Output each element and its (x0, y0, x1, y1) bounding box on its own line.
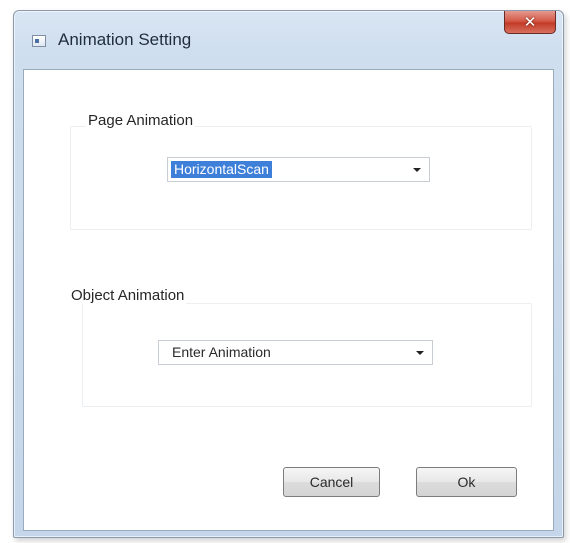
animation-setting-dialog: Animation Setting ✕ Page Animation Horiz… (13, 10, 564, 538)
object-animation-selected-value: Enter Animation (172, 344, 271, 360)
app-window-icon (32, 35, 46, 47)
close-icon: ✕ (523, 13, 537, 31)
object-animation-dropdown[interactable]: Enter Animation (158, 340, 433, 365)
ok-button[interactable]: Ok (416, 467, 517, 497)
chevron-down-icon (416, 351, 424, 355)
page-animation-dropdown[interactable]: HorizontalScan (167, 157, 430, 182)
window-title: Animation Setting (58, 30, 192, 49)
object-animation-label: Object Animation (69, 287, 187, 304)
page-animation-selected-value: HorizontalScan (171, 161, 272, 178)
dialog-body: Page Animation HorizontalScan Object Ani… (23, 69, 554, 531)
page-animation-label: Page Animation (86, 112, 196, 129)
chevron-down-icon (413, 168, 421, 172)
title-bar[interactable]: Animation Setting ✕ (14, 11, 563, 69)
close-button[interactable]: ✕ (504, 11, 556, 34)
cancel-button[interactable]: Cancel (283, 467, 380, 497)
